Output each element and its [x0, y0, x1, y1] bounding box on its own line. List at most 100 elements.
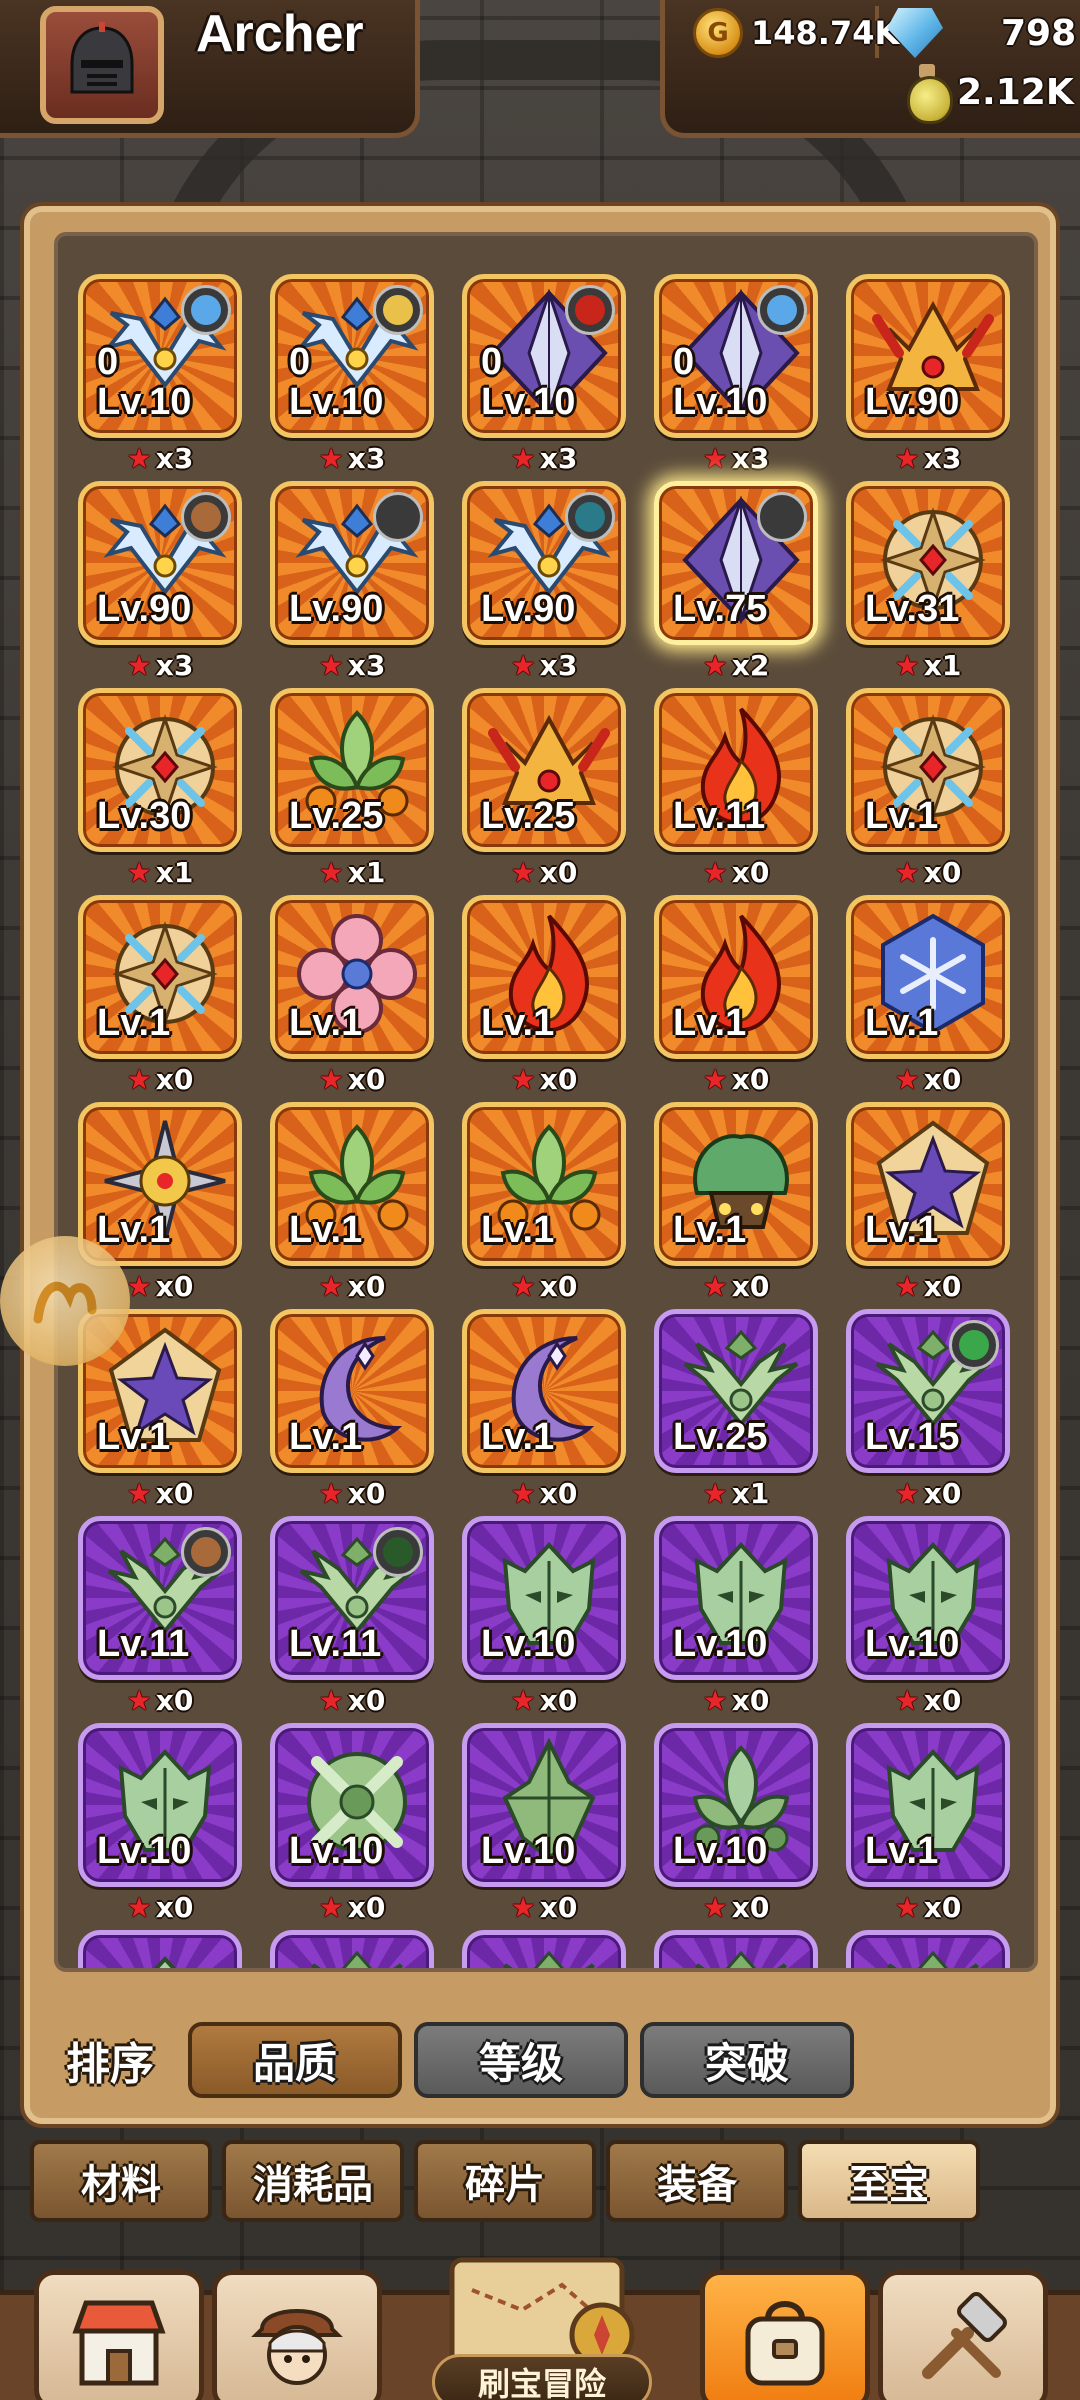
item-tile[interactable]: 0 Lv.10: [78, 274, 242, 438]
inventory-item[interactable]: Lv.11 ★ x0: [270, 1516, 434, 1717]
item-tile[interactable]: [654, 1930, 818, 1968]
item-tile[interactable]: Lv.90: [846, 274, 1010, 438]
item-tile[interactable]: Lv.1: [78, 895, 242, 1059]
item-tile[interactable]: Lv.10: [462, 1723, 626, 1887]
item-tile[interactable]: Lv.90: [78, 481, 242, 645]
inventory-item[interactable]: [462, 1930, 626, 1968]
inventory-item[interactable]: Lv.1 ★ x0: [654, 895, 818, 1096]
item-tile[interactable]: Lv.1: [462, 895, 626, 1059]
inventory-item[interactable]: [270, 1930, 434, 1968]
tab-treasures[interactable]: 至宝: [798, 2140, 980, 2222]
tab-consumables[interactable]: 消耗品: [222, 2140, 404, 2222]
inventory-item[interactable]: 0 Lv.10 ★ x3: [654, 274, 818, 475]
item-tile[interactable]: Lv.1: [270, 1309, 434, 1473]
nav-hero-button[interactable]: [212, 2270, 382, 2400]
sort-quality-button[interactable]: 品质: [188, 2022, 402, 2098]
inventory-item[interactable]: Lv.1 ★ x0: [270, 895, 434, 1096]
inventory-item[interactable]: Lv.10 ★ x0: [846, 1516, 1010, 1717]
nav-forge-button[interactable]: [878, 2270, 1048, 2400]
inventory-item[interactable]: Lv.25 ★ x1: [270, 688, 434, 889]
inventory-item[interactable]: Lv.90 ★ x3: [78, 481, 242, 682]
potion-resource[interactable]: 2.12K: [905, 64, 1074, 124]
item-tile[interactable]: Lv.1: [78, 1102, 242, 1266]
item-tile[interactable]: Lv.11: [78, 1516, 242, 1680]
item-tile[interactable]: Lv.10: [78, 1723, 242, 1887]
item-tile[interactable]: Lv.30: [78, 688, 242, 852]
item-tile[interactable]: Lv.1: [654, 1102, 818, 1266]
item-tile[interactable]: Lv.1: [846, 1723, 1010, 1887]
item-tile[interactable]: Lv.1: [270, 1102, 434, 1266]
item-tile[interactable]: Lv.10: [462, 1516, 626, 1680]
floating-helper-button[interactable]: [0, 1236, 130, 1366]
item-tile[interactable]: [462, 1930, 626, 1968]
nav-bag-button[interactable]: [700, 2270, 870, 2400]
inventory-item[interactable]: Lv.25 ★ x1: [654, 1309, 818, 1510]
inventory-item[interactable]: [654, 1930, 818, 1968]
inventory-item[interactable]: Lv.15 ★ x0: [846, 1309, 1010, 1510]
inventory-item[interactable]: Lv.1 ★ x0: [270, 1102, 434, 1303]
gold-resource[interactable]: G 148.74K: [693, 8, 899, 58]
inventory-item[interactable]: Lv.10 ★ x0: [654, 1723, 818, 1924]
inventory-item[interactable]: Lv.1 ★ x0: [846, 688, 1010, 889]
inventory-item[interactable]: Lv.90 ★ x3: [462, 481, 626, 682]
inventory-item[interactable]: Lv.1 ★ x0: [462, 1102, 626, 1303]
inventory-item[interactable]: Lv.10 ★ x0: [462, 1516, 626, 1717]
item-tile[interactable]: Lv.11: [270, 1516, 434, 1680]
sort-level-button[interactable]: 等级: [414, 2022, 628, 2098]
item-tile[interactable]: [270, 1930, 434, 1968]
inventory-item[interactable]: Lv.11 ★ x0: [78, 1516, 242, 1717]
inventory-item[interactable]: Lv.1 ★ x0: [846, 1723, 1010, 1924]
player-avatar[interactable]: [40, 6, 164, 124]
inventory-item[interactable]: Lv.90 ★ x3: [270, 481, 434, 682]
item-tile[interactable]: Lv.10: [270, 1723, 434, 1887]
inventory-item[interactable]: Lv.1 ★ x0: [78, 895, 242, 1096]
inventory-item[interactable]: 0 Lv.10 ★ x3: [270, 274, 434, 475]
tab-materials[interactable]: 材料: [30, 2140, 212, 2222]
inventory-item[interactable]: Lv.1 ★ x0: [462, 1309, 626, 1510]
inventory-item[interactable]: Lv.10 ★ x0: [78, 1723, 242, 1924]
item-tile[interactable]: [846, 1930, 1010, 1968]
item-tile[interactable]: Lv.31: [846, 481, 1010, 645]
inventory-item[interactable]: Lv.1 ★ x0: [270, 1309, 434, 1510]
inventory-item[interactable]: [846, 1930, 1010, 1968]
tab-equipment[interactable]: 装备: [606, 2140, 788, 2222]
item-tile[interactable]: Lv.10: [846, 1516, 1010, 1680]
item-tile[interactable]: 0 Lv.10: [462, 274, 626, 438]
inventory-item[interactable]: Lv.30 ★ x1: [78, 688, 242, 889]
inventory-item[interactable]: Lv.1 ★ x0: [846, 895, 1010, 1096]
inventory-item[interactable]: [78, 1930, 242, 1968]
item-tile[interactable]: Lv.10: [654, 1723, 818, 1887]
item-tile[interactable]: Lv.10: [654, 1516, 818, 1680]
item-tile[interactable]: Lv.1: [462, 1102, 626, 1266]
tab-fragments[interactable]: 碎片: [414, 2140, 596, 2222]
item-tile[interactable]: Lv.1: [270, 895, 434, 1059]
item-tile[interactable]: Lv.11: [654, 688, 818, 852]
item-tile[interactable]: Lv.1: [846, 1102, 1010, 1266]
inventory-item[interactable]: Lv.11 ★ x0: [654, 688, 818, 889]
inventory-item[interactable]: Lv.1 ★ x0: [846, 1102, 1010, 1303]
item-tile[interactable]: 0 Lv.10: [270, 274, 434, 438]
inventory-item[interactable]: Lv.25 ★ x0: [462, 688, 626, 889]
item-tile[interactable]: Lv.90: [462, 481, 626, 645]
item-tile[interactable]: Lv.15: [846, 1309, 1010, 1473]
inventory-item[interactable]: Lv.1 ★ x0: [462, 895, 626, 1096]
item-tile[interactable]: Lv.25: [270, 688, 434, 852]
item-tile[interactable]: 0 Lv.10: [654, 274, 818, 438]
item-tile[interactable]: Lv.90: [270, 481, 434, 645]
item-tile[interactable]: Lv.75: [654, 481, 818, 645]
inventory-item[interactable]: Lv.1 ★ x0: [654, 1102, 818, 1303]
item-tile[interactable]: Lv.1: [462, 1309, 626, 1473]
inventory-item[interactable]: Lv.10 ★ x0: [654, 1516, 818, 1717]
inventory-scroll-area[interactable]: 0 Lv.10 ★ x3 0 Lv.10 ★ x3 0 Lv.10 ★ x3 0 Lv.10 ★ x3 Lv.9…: [54, 232, 1038, 1972]
sort-breakthrough-button[interactable]: 突破: [640, 2022, 854, 2098]
inventory-item[interactable]: 0 Lv.10 ★ x3: [78, 274, 242, 475]
item-tile[interactable]: Lv.25: [654, 1309, 818, 1473]
inventory-item[interactable]: Lv.75 ★ x2: [654, 481, 818, 682]
gem-resource[interactable]: 798: [887, 8, 1076, 58]
inventory-item[interactable]: Lv.31 ★ x1: [846, 481, 1010, 682]
item-tile[interactable]: [78, 1930, 242, 1968]
item-tile[interactable]: Lv.1: [846, 688, 1010, 852]
inventory-item[interactable]: Lv.90 ★ x3: [846, 274, 1010, 475]
inventory-item[interactable]: 0 Lv.10 ★ x3: [462, 274, 626, 475]
item-tile[interactable]: Lv.1: [846, 895, 1010, 1059]
